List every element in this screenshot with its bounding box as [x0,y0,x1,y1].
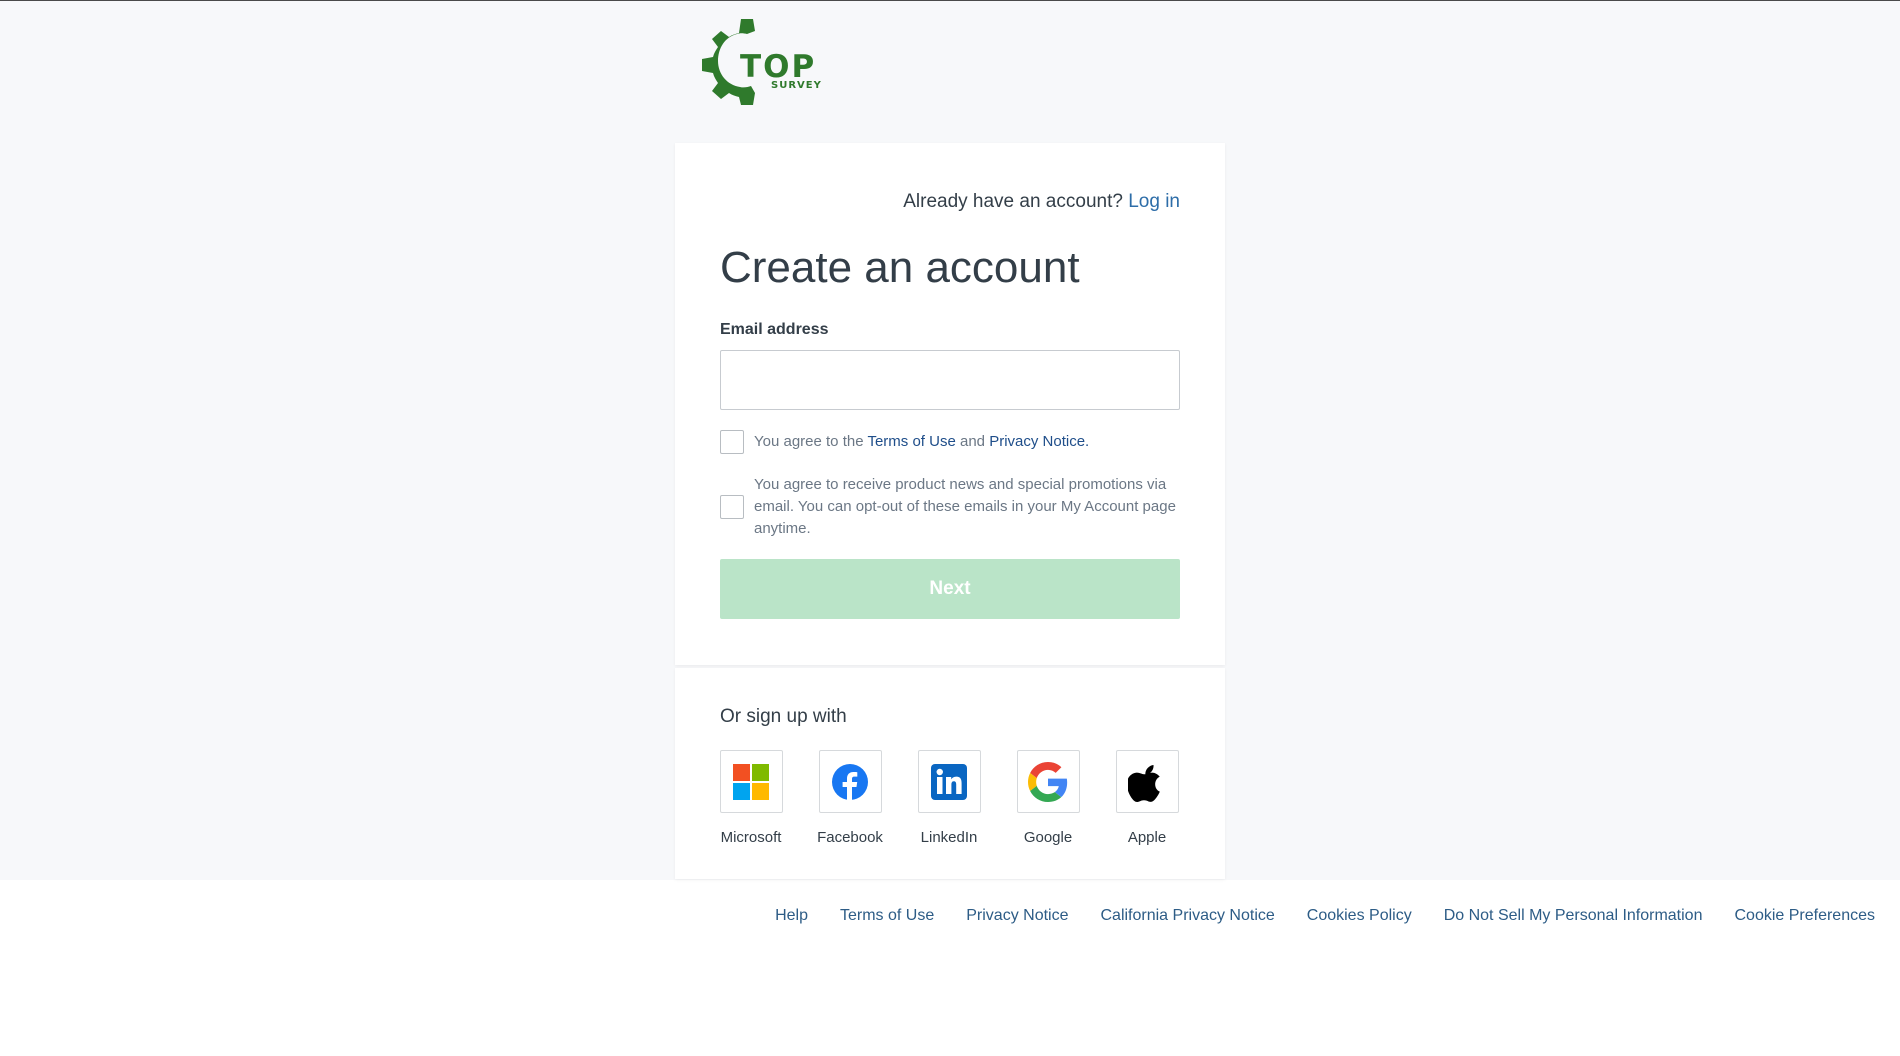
login-link[interactable]: Log in [1128,191,1180,212]
footer-cookie-preferences-link[interactable]: Cookie Preferences [1734,907,1875,925]
linkedin-label: LinkedIn [920,829,978,846]
apple-label: Apple [1127,829,1167,846]
page-title: Create an account [720,243,1080,292]
promotions-checkbox[interactable] [720,495,744,519]
microsoft-signup-button[interactable]: Microsoft [719,750,783,846]
linkedin-signup-button[interactable]: LinkedIn [917,750,981,846]
footer-terms-link[interactable]: Terms of Use [840,907,934,925]
email-input[interactable] [720,350,1180,410]
already-text: Already have an account? [903,191,1123,212]
linkedin-icon-box[interactable] [917,750,981,813]
social-heading: Or sign up with [720,706,847,727]
google-label: Google [1023,829,1073,846]
footer-help-link[interactable]: Help [775,907,808,925]
google-icon [1028,761,1068,802]
social-signup-card: Or sign up with Microsoft Facebook Linke… [675,668,1225,879]
linkedin-icon [931,763,967,800]
microsoft-icon-box[interactable] [719,750,783,813]
footer-california-privacy-link[interactable]: California Privacy Notice [1100,907,1274,925]
signup-card: Already have an account? Log in Create a… [675,143,1225,665]
terms-checkbox[interactable] [720,430,744,454]
terms-of-use-link[interactable]: Terms of Use [867,433,955,450]
google-icon-box[interactable] [1016,750,1080,813]
logo-subtitle: SURVEY [771,80,822,91]
email-label: Email address [720,321,829,338]
privacy-notice-link[interactable]: Privacy Notice [989,433,1085,450]
footer-links: Help Terms of Use Privacy Notice Califor… [775,907,1875,925]
privacy-notice-period[interactable]: . [1085,433,1089,450]
terms-and: and [959,433,986,450]
facebook-icon [832,763,868,800]
facebook-icon-box[interactable] [818,750,882,813]
footer-cookies-policy-link[interactable]: Cookies Policy [1307,907,1412,925]
microsoft-label: Microsoft [720,829,782,846]
google-signup-button[interactable]: Google [1016,750,1080,846]
footer-do-not-sell-link[interactable]: Do Not Sell My Personal Information [1444,907,1703,925]
top-survey-logo[interactable]: TOP SURVEY [697,15,827,109]
footer-privacy-link[interactable]: Privacy Notice [966,907,1068,925]
next-button[interactable]: Next [720,559,1180,619]
microsoft-icon [733,763,769,800]
apple-icon-box[interactable] [1115,750,1179,813]
apple-signup-button[interactable]: Apple [1115,750,1179,846]
facebook-label: Facebook [817,829,883,846]
apple-icon [1128,764,1160,802]
promotions-text: You agree to receive product news and sp… [754,476,1176,537]
login-prompt: Already have an account? Log in [903,191,1180,213]
facebook-signup-button[interactable]: Facebook [817,750,883,846]
terms-text: You agree to the Terms of Use and Privac… [754,431,1089,453]
terms-prefix: You agree to the [754,433,864,450]
